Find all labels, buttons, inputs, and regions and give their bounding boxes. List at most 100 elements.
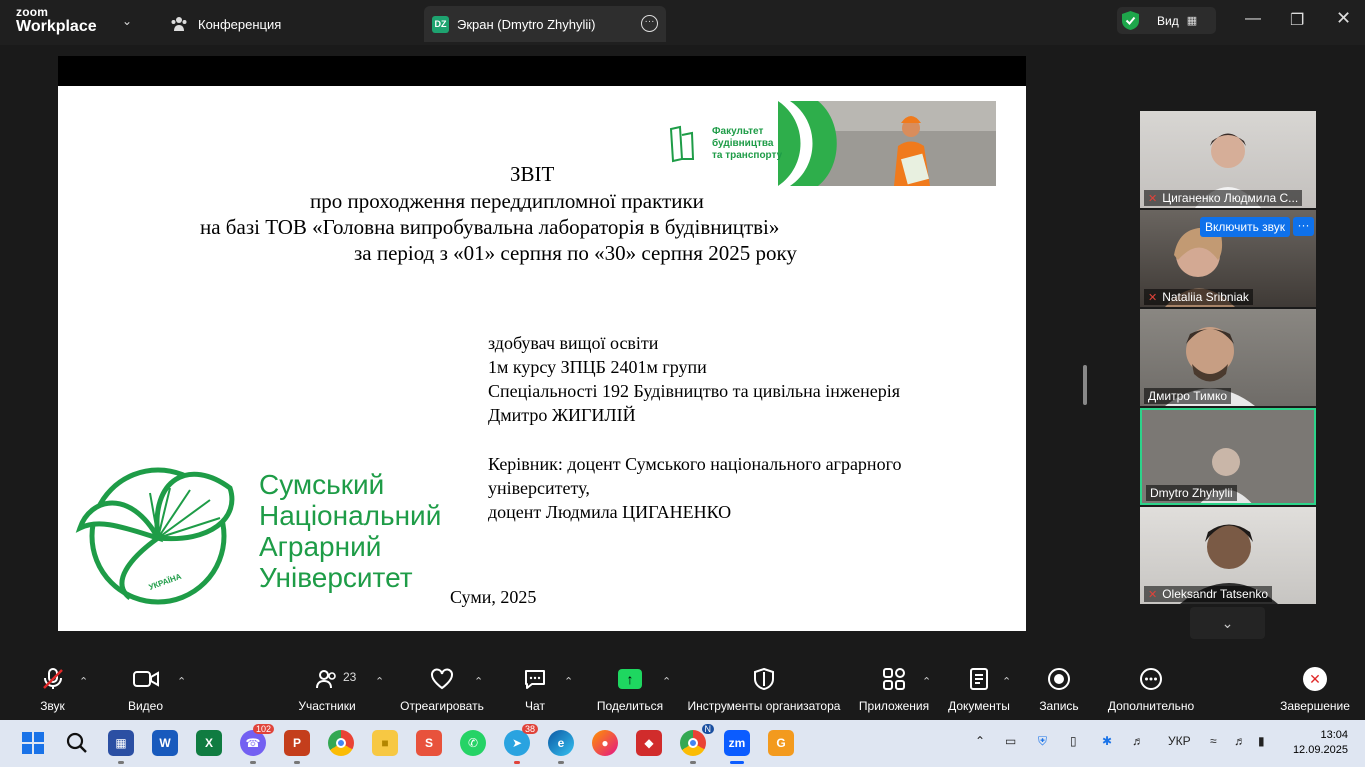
record-label: Запись bbox=[1039, 699, 1079, 713]
tab-conference[interactable]: Конференция bbox=[170, 6, 281, 42]
react-button[interactable]: Отреагировать bbox=[398, 661, 486, 720]
apps-caret-icon[interactable]: ⌃ bbox=[922, 675, 931, 688]
participant-name-tag: ✕ Oleksandr Tatsenko bbox=[1144, 586, 1273, 602]
zoom-workplace-logo[interactable]: zoom Workplace bbox=[16, 6, 97, 35]
more-options-icon[interactable]: ··· bbox=[641, 15, 658, 32]
security-shield-icon bbox=[1122, 11, 1139, 30]
participant-tile[interactable]: Дмитро Тимко bbox=[1140, 309, 1316, 406]
view-button[interactable]: Вид ▦ bbox=[1117, 7, 1216, 34]
zoom-taskbar-label: zm bbox=[728, 736, 746, 750]
video-label: Видео bbox=[127, 699, 164, 713]
chat-caret-icon[interactable]: ⌃ bbox=[564, 675, 573, 688]
file-explorer-icon[interactable]: ■ bbox=[372, 730, 398, 756]
participant-name: Циганенко Людмила С... bbox=[1162, 191, 1299, 205]
split-handle[interactable] bbox=[1083, 365, 1087, 405]
student-line-1: здобувач вищої освіти bbox=[488, 333, 659, 353]
participants-count: 23 bbox=[343, 670, 357, 684]
uni-name-line-4: Університет bbox=[259, 562, 413, 593]
zoom-taskbar-icon[interactable]: zm bbox=[724, 730, 750, 764]
more-dots-icon bbox=[1140, 668, 1162, 690]
apps-button[interactable]: Приложения bbox=[856, 661, 932, 720]
firefox-icon[interactable]: ● bbox=[592, 730, 618, 756]
tray-security-icon[interactable]: ⛨ bbox=[1038, 734, 1047, 749]
gallery-scroll-down-icon[interactable]: ⌄ bbox=[1190, 607, 1265, 639]
chrome-profile-icon[interactable]: N bbox=[680, 724, 714, 764]
save-app-icon[interactable]: ▦ bbox=[108, 730, 134, 764]
participant-tile-active[interactable]: Dmytro Zhyhylii bbox=[1140, 408, 1316, 505]
share-caret-icon[interactable]: ⌃ bbox=[662, 675, 671, 688]
banner-text-2: будівництва bbox=[712, 137, 774, 149]
supervisor-line-2: університету, bbox=[488, 478, 590, 498]
close-icon[interactable]: ✕ bbox=[1336, 8, 1351, 29]
volume-icon[interactable]: ♬ bbox=[1234, 734, 1246, 748]
participant-name: Nataliia Sribniak bbox=[1162, 290, 1249, 304]
documents-button[interactable]: Документы bbox=[944, 661, 1014, 720]
chevron-down-icon[interactable]: ⌄ bbox=[122, 14, 132, 28]
university-emblem: УКРАЇНА bbox=[75, 467, 235, 605]
participant-more-icon[interactable]: ··· bbox=[1293, 217, 1314, 236]
anydesk-icon[interactable]: ◆ bbox=[636, 730, 662, 756]
documents-caret-icon[interactable]: ⌃ bbox=[1002, 675, 1011, 688]
end-meeting-button[interactable]: ✕ Завершение bbox=[1278, 661, 1352, 720]
participant-tile[interactable]: ✕ Oleksandr Tatsenko bbox=[1140, 507, 1316, 604]
react-caret-icon[interactable]: ⌃ bbox=[474, 675, 483, 688]
wps-office-icon[interactable]: S bbox=[416, 730, 442, 756]
supervisor-name: доцент Людмила ЦИГАНЕНКО bbox=[488, 502, 732, 522]
logo-bottom-text: Workplace bbox=[16, 18, 97, 35]
more-button[interactable]: Дополнительно bbox=[1102, 661, 1200, 720]
tray-expand-icon[interactable]: ⌃ bbox=[975, 734, 985, 748]
student-line-3: Спеціальності 192 Будівництво та цивільн… bbox=[488, 381, 900, 401]
meeting-toolbar: Звук ⌃ Видео ⌃ Участники 23 ⌃ Отреагиров… bbox=[0, 661, 1365, 720]
whatsapp-icon[interactable]: ✆ bbox=[460, 730, 486, 756]
participants-caret-icon[interactable]: ⌃ bbox=[375, 675, 384, 688]
minimize-icon[interactable]: — bbox=[1245, 10, 1261, 28]
restore-icon[interactable]: ❐ bbox=[1290, 10, 1304, 30]
heart-icon bbox=[431, 668, 453, 690]
audio-button[interactable]: Звук bbox=[25, 661, 80, 720]
system-clock[interactable]: 13:04 12.09.2025 bbox=[1288, 728, 1348, 758]
supervisor-line-1: Керівник: доцент Сумського національного… bbox=[488, 454, 902, 474]
bluetooth-icon[interactable]: ✱ bbox=[1102, 734, 1112, 748]
tray-usb-icon[interactable]: ▯ bbox=[1070, 734, 1077, 748]
wifi-icon[interactable]: ≈ bbox=[1210, 734, 1217, 748]
telegram-icon[interactable]: ➤ 38 bbox=[504, 724, 538, 764]
pdf-app-icon[interactable]: G bbox=[768, 730, 794, 756]
participant-tile[interactable]: Включить звук ··· ✕ Nataliia Sribniak bbox=[1140, 210, 1316, 307]
chrome-profile-badge: N bbox=[701, 724, 714, 734]
audio-options-caret-icon[interactable]: ⌃ bbox=[79, 675, 88, 688]
slide-title: ЗВІТ bbox=[510, 162, 555, 186]
tray-mic-icon[interactable]: ♬ bbox=[1132, 734, 1144, 748]
student-line-2: 1м курсу ЗПЦБ 2401м групи bbox=[488, 357, 707, 377]
chat-label: Чат bbox=[525, 699, 545, 713]
language-indicator[interactable]: УКР bbox=[1168, 734, 1191, 748]
apps-icon bbox=[883, 668, 905, 690]
powerpoint-icon[interactable]: P bbox=[284, 730, 310, 764]
view-label: Вид bbox=[1157, 13, 1179, 28]
chrome-icon[interactable] bbox=[328, 730, 354, 756]
participant-name: Oleksandr Tatsenko bbox=[1162, 587, 1269, 601]
search-icon[interactable] bbox=[64, 730, 90, 756]
telegram-badge: 38 bbox=[521, 724, 538, 734]
windows-start-icon[interactable] bbox=[20, 730, 46, 756]
tab-screen-share[interactable]: DZ Экран (Dmytro Zhyhylii) ··· bbox=[424, 6, 666, 42]
record-button[interactable]: Запись bbox=[1030, 661, 1088, 720]
tray-monitor-icon[interactable]: ▭ bbox=[1005, 734, 1016, 748]
host-tools-button[interactable]: Инструменты организатора bbox=[685, 661, 843, 720]
presenter-badge: DZ bbox=[432, 15, 449, 33]
banner-text-3: та транспорту bbox=[712, 150, 783, 161]
chat-button[interactable]: Чат bbox=[515, 661, 555, 720]
record-icon bbox=[1048, 668, 1070, 690]
participant-name-tag: ✕ Циганенко Людмила С... bbox=[1144, 190, 1303, 206]
share-screen-button[interactable]: ↑ Поделиться bbox=[595, 661, 665, 720]
participant-tile[interactable]: ✕ Циганенко Людмила С... bbox=[1140, 111, 1316, 208]
unmute-request-button[interactable]: Включить звук bbox=[1200, 217, 1291, 237]
video-button[interactable]: Видео bbox=[118, 661, 173, 720]
slide-subtitle-3: за період з «01» серпня по «30» серпня 2… bbox=[354, 241, 797, 265]
excel-icon[interactable]: X bbox=[196, 730, 222, 756]
edge-icon[interactable]: e bbox=[548, 730, 574, 764]
word-icon[interactable]: W bbox=[152, 730, 178, 756]
battery-icon[interactable]: ▮ bbox=[1258, 734, 1265, 748]
viber-icon[interactable]: ☎ 102 bbox=[240, 724, 274, 764]
video-options-caret-icon[interactable]: ⌃ bbox=[177, 675, 186, 688]
tab-screen-label: Экран (Dmytro Zhyhylii) bbox=[457, 16, 596, 32]
